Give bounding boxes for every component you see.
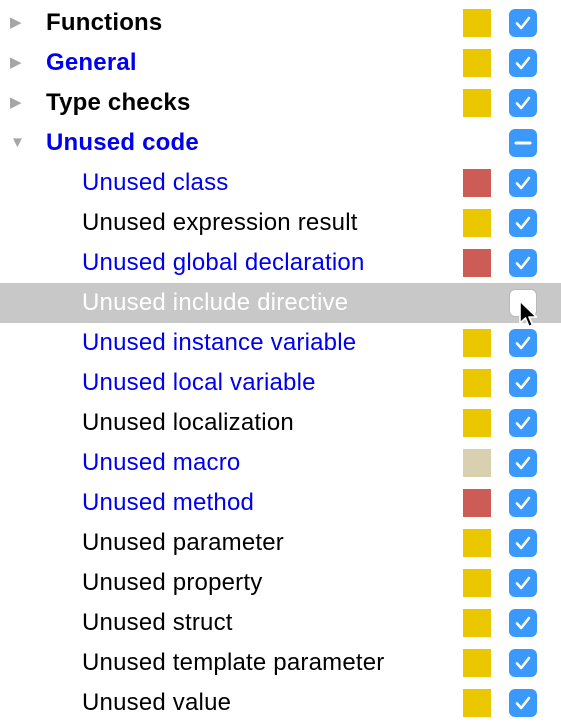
severity-swatch: [463, 209, 491, 237]
item-label: Unused method: [82, 489, 255, 516]
checkmark-icon: [515, 376, 531, 390]
severity-swatch: [463, 249, 491, 277]
severity-swatch: [463, 449, 491, 477]
tree-item-unused-template-parameter[interactable]: Unused template parameter: [0, 643, 561, 683]
checkmark-icon: [515, 656, 531, 670]
checkmark-icon: [515, 696, 531, 710]
severity-swatch: [463, 529, 491, 557]
tree-group-functions[interactable]: ▶ Functions: [0, 3, 561, 43]
checkmark-icon: [515, 256, 531, 270]
checkmark-icon: [515, 16, 531, 30]
enable-checkbox[interactable]: [509, 9, 537, 37]
enable-checkbox[interactable]: [509, 449, 537, 477]
checkmark-icon: [515, 416, 531, 430]
tree-item-unused-property[interactable]: Unused property: [0, 563, 561, 603]
item-label: Unused include directive: [82, 289, 349, 316]
severity-swatch: [463, 169, 491, 197]
triangle-right-icon[interactable]: ▶: [10, 55, 26, 71]
enable-checkbox[interactable]: [509, 529, 537, 557]
severity-swatch: [463, 689, 491, 717]
inspection-tree[interactable]: ▶ Functions ▶ General ▶ Type checks ▼ Unused co…: [0, 3, 561, 723]
severity-swatch: [463, 409, 491, 437]
enable-checkbox[interactable]: [509, 49, 537, 77]
enable-checkbox[interactable]: [509, 369, 537, 397]
tree-item-unused-method[interactable]: Unused method: [0, 483, 561, 523]
checkmark-icon: [515, 216, 531, 230]
tree-item-unused-class[interactable]: Unused class: [0, 163, 561, 203]
checkmark-icon: [515, 176, 531, 190]
checkmark-icon: [515, 456, 531, 470]
item-label: Unused parameter: [82, 529, 284, 556]
tree-item-unused-expression-result[interactable]: Unused expression result: [0, 203, 561, 243]
tree-group-type-checks[interactable]: ▶ Type checks: [0, 83, 561, 123]
item-label: Unused instance variable: [82, 329, 357, 356]
checkmark-icon: [515, 536, 531, 550]
tree-group-general[interactable]: ▶ General: [0, 43, 561, 83]
enable-checkbox[interactable]: [509, 209, 537, 237]
tristate-checkbox[interactable]: [509, 129, 537, 157]
enable-checkbox[interactable]: [509, 489, 537, 517]
item-label: Unused class: [82, 169, 229, 196]
tree-group-unused-code[interactable]: ▼ Unused code: [0, 123, 561, 163]
severity-swatch: [463, 329, 491, 357]
checkmark-icon: [515, 336, 531, 350]
severity-swatch: [463, 369, 491, 397]
tree-item-unused-value[interactable]: Unused value: [0, 683, 561, 723]
enable-checkbox[interactable]: [509, 289, 537, 317]
enable-checkbox[interactable]: [509, 249, 537, 277]
enable-checkbox[interactable]: [509, 609, 537, 637]
item-label: Unused template parameter: [82, 649, 385, 676]
enable-checkbox[interactable]: [509, 89, 537, 117]
severity-swatch: [463, 49, 491, 77]
enable-checkbox[interactable]: [509, 649, 537, 677]
tree-item-unused-struct[interactable]: Unused struct: [0, 603, 561, 643]
item-label: Unused value: [82, 689, 232, 716]
group-label: General: [46, 49, 137, 76]
minus-icon: [514, 141, 532, 145]
tree-item-unused-parameter[interactable]: Unused parameter: [0, 523, 561, 563]
checkmark-icon: [515, 96, 531, 110]
item-label: Unused local variable: [82, 369, 316, 396]
tree-item-unused-local-variable[interactable]: Unused local variable: [0, 363, 561, 403]
tree-item-unused-global-declaration[interactable]: Unused global declaration: [0, 243, 561, 283]
tree-item-unused-instance-variable[interactable]: Unused instance variable: [0, 323, 561, 363]
severity-swatch: [463, 649, 491, 677]
severity-swatch: [463, 489, 491, 517]
item-label: Unused expression result: [82, 209, 358, 236]
checkmark-icon: [515, 616, 531, 630]
triangle-right-icon[interactable]: ▶: [10, 95, 26, 111]
triangle-down-icon[interactable]: ▼: [10, 135, 26, 151]
tree-item-unused-macro[interactable]: Unused macro: [0, 443, 561, 483]
enable-checkbox[interactable]: [509, 689, 537, 717]
item-label: Unused global declaration: [82, 249, 365, 276]
item-label: Unused struct: [82, 609, 233, 636]
item-label: Unused macro: [82, 449, 241, 476]
enable-checkbox[interactable]: [509, 169, 537, 197]
enable-checkbox[interactable]: [509, 409, 537, 437]
checkmark-icon: [515, 56, 531, 70]
severity-swatch: [463, 9, 491, 37]
severity-swatch: [463, 89, 491, 117]
tree-item-unused-localization[interactable]: Unused localization: [0, 403, 561, 443]
item-label: Unused property: [82, 569, 263, 596]
group-label: Type checks: [46, 89, 191, 116]
severity-swatch: [463, 569, 491, 597]
group-label: Unused code: [46, 129, 199, 156]
tree-item-unused-include-directive[interactable]: Unused include directive: [0, 283, 561, 328]
severity-swatch: [463, 609, 491, 637]
checkmark-icon: [515, 496, 531, 510]
group-label: Functions: [46, 9, 163, 36]
item-label: Unused localization: [82, 409, 294, 436]
checkmark-icon: [515, 576, 531, 590]
enable-checkbox[interactable]: [509, 569, 537, 597]
triangle-right-icon[interactable]: ▶: [10, 15, 26, 31]
enable-checkbox[interactable]: [509, 329, 537, 357]
